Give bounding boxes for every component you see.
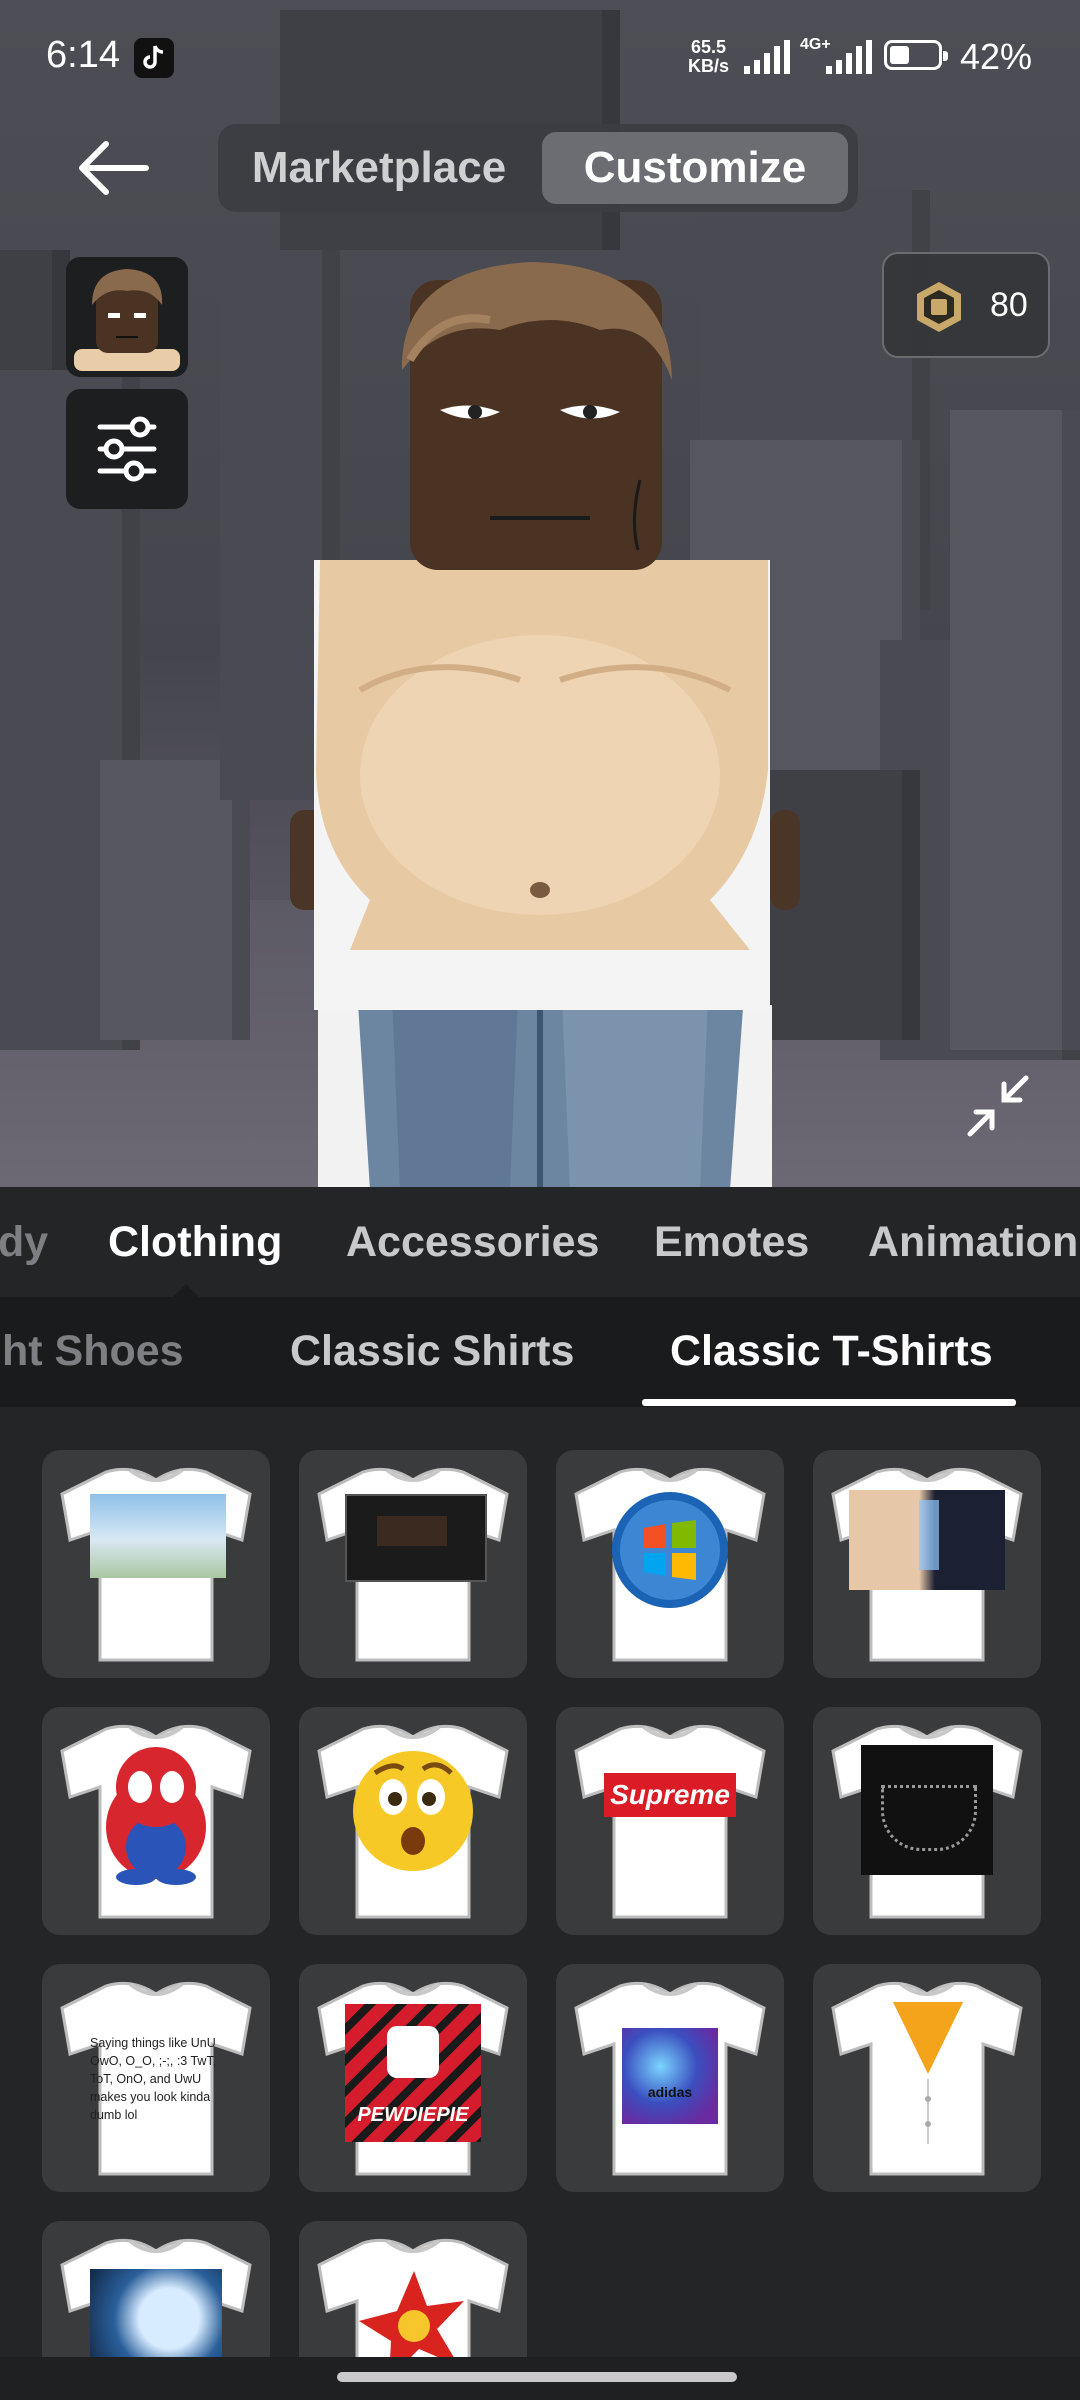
mode-switch: Marketplace Customize [218,124,858,212]
yellow-tie-icon [893,2002,963,2144]
subcategory-tab-classic-tshirts[interactable]: Classic T-Shirts [670,1297,993,1405]
tiktok-icon [134,38,174,78]
shirt-print-text: Saying things like UnU OwO, O_O, ;-;, :3… [90,2036,217,2122]
signal-strength-2-icon [826,40,872,74]
category-tab-animation[interactable]: Animation [868,1187,1078,1297]
home-indicator[interactable] [337,2372,737,2382]
scene-block [950,410,1080,1050]
windows-logo-icon [612,1492,728,1608]
shirt-print-text: PEWDIEPIE [357,2104,469,2126]
back-arrow-icon [79,141,149,195]
avatar-figure[interactable] [290,250,800,1187]
category-tabs: dy Clothing Accessories Emotes Animation [0,1187,1080,1297]
avatar-thumbnail-button[interactable] [66,257,188,377]
item-tile[interactable]: Saying things like UnU OwO, O_O, ;-;, :3… [42,1964,270,2192]
item-tile[interactable] [299,1450,527,1678]
shirt-print-text: Supreme [610,1779,730,1810]
status-time: 6:14 [46,34,120,76]
item-tile[interactable] [42,1707,270,1935]
dark-screenshot-icon [345,1494,487,1582]
surprised-emoji-icon [353,1751,473,1871]
category-tab-accessories[interactable]: Accessories [346,1187,599,1297]
collapse-view-button[interactable] [956,1064,1040,1148]
item-tile[interactable] [813,1964,1041,2192]
item-tile[interactable] [299,2221,527,2357]
tab-marketplace[interactable]: Marketplace [218,124,540,212]
robux-icon [917,282,961,332]
category-tab-emotes[interactable]: Emotes [654,1187,809,1297]
subcategory-tab-classic-shirts[interactable]: Classic Shirts [290,1297,574,1405]
anime-characters-icon [849,1490,1005,1590]
status-bar: 6:14 65.5 KB/s 4G+ 42% [0,0,1080,110]
item-tile[interactable] [813,1707,1041,1935]
signal-strength-icon [744,40,790,74]
item-tile[interactable]: Supreme [556,1707,784,1935]
minimize-arrows-icon [967,1075,1029,1137]
item-tile[interactable] [42,2221,270,2357]
item-tile[interactable]: adidas [556,1964,784,2192]
back-button[interactable] [70,130,162,210]
network-speed-value: 65.5 [690,37,727,57]
category-tab-body[interactable]: dy [0,1187,48,1297]
battery-percent: 42% [960,36,1033,77]
item-tile[interactable] [299,1707,527,1935]
tshirt-icon [574,1724,766,1919]
item-grid: Supreme Saying things like UnU OwO, O_O, … [0,1407,1080,2357]
black-vest-chain-icon [861,1745,993,1875]
galaxy-adidas-icon [622,2028,718,2124]
tab-customize[interactable]: Customize [542,132,848,204]
avatar-preview-scene[interactable]: 6:14 65.5 KB/s 4G+ 42% Marketplace Custo… [0,0,1080,1187]
subcategory-tab-shoes[interactable]: ht Shoes [2,1297,184,1405]
shirt-print-text: adidas [647,2084,693,2100]
robux-balance[interactable]: 80 [882,252,1050,358]
subcategory-tabs: ht Shoes Classic Shirts Classic T-Shirts [0,1297,1080,1407]
scene-block [100,760,250,1040]
item-tile[interactable] [813,1450,1041,1678]
network-speed: 65.5 KB/s [688,38,729,76]
red-burst-icon [359,2271,464,2357]
category-tab-clothing[interactable]: Clothing [108,1187,282,1297]
item-tile[interactable]: PEWDIEPIE [299,1964,527,2192]
avatar-head-icon [74,269,180,371]
item-tile[interactable] [556,1450,784,1678]
network-speed-unit: KB/s [688,56,730,76]
sliders-icon [97,416,157,482]
spider-man-penguin-icon [106,1747,206,1885]
parkour-scene-icon [90,1494,226,1578]
pewdiepie-logo-icon [387,2026,439,2078]
wolf-moon-icon [90,2269,222,2357]
settings-button[interactable] [66,389,188,509]
item-tile[interactable] [42,1450,270,1678]
robux-amount: 80 [990,286,1028,324]
active-category-caret [172,1284,200,1298]
battery-icon [884,40,948,70]
active-subcategory-underline [642,1399,1016,1406]
